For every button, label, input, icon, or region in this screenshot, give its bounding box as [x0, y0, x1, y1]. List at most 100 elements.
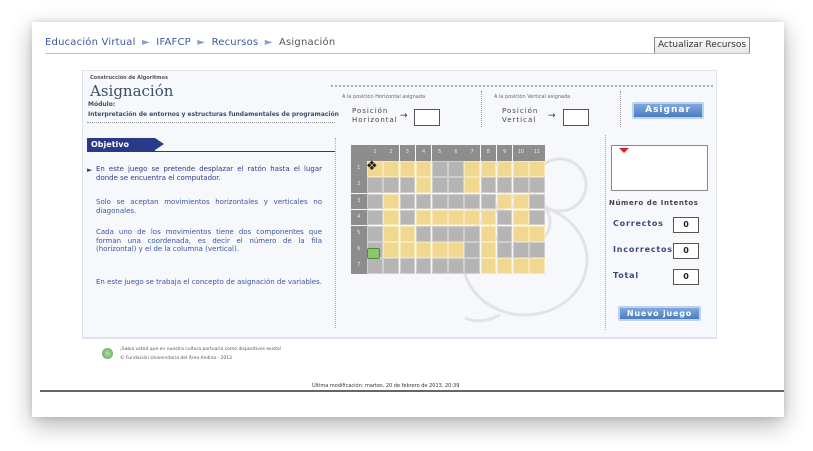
maze-wall-cell: [432, 177, 448, 193]
maze-path-cell: [383, 226, 399, 242]
maze-path-cell: [415, 242, 432, 258]
column-header: 8: [480, 145, 497, 161]
incorrect-label: Incorrectos: [613, 245, 673, 254]
maze-wall-cell: [432, 226, 448, 242]
maze-wall-cell: [480, 193, 497, 210]
module-description: Interpretación de entornos y estructuras…: [88, 111, 339, 118]
column-header: 10: [513, 145, 529, 161]
maze-wall-cell: [496, 209, 513, 226]
maze-wall-cell: [464, 193, 480, 210]
maze-wall-cell: [448, 161, 464, 177]
row-header: 5: [351, 226, 367, 242]
maze-path-cell: [383, 193, 399, 210]
column-divider: [335, 138, 336, 328]
last-modified: Última modificación: martes, 20 de febre…: [312, 383, 460, 389]
maze-path-cell: [480, 161, 497, 177]
incorrect-count: 0: [673, 243, 699, 259]
maze-wall-cell: [496, 242, 513, 258]
vertical-position-label: Posición Vertical: [502, 107, 539, 124]
footer-note: ¡Sabía usted que en nuestra cultura port…: [120, 347, 282, 352]
column-header: 2: [383, 145, 399, 161]
maze-path-cell: [399, 242, 416, 258]
assign-button[interactable]: Asignar: [632, 102, 704, 119]
breadcrumb-resources[interactable]: Recursos: [212, 37, 259, 48]
maze-wall-cell: [415, 226, 432, 242]
objective-paragraph: En este juego se pretende desplazar el r…: [96, 165, 322, 182]
maze-wall-cell: [383, 177, 399, 193]
maze-path-cell: [513, 258, 529, 274]
module-label: Módulo:: [88, 101, 116, 108]
maze-path-cell: [464, 177, 480, 193]
horizontal-position-label: Posición Horizontal: [352, 107, 398, 124]
update-resource-button[interactable]: Actualizar Recursos: [654, 37, 750, 54]
objective-paragraph: Cada uno de los movimientos tiene dos co…: [96, 228, 322, 253]
page-title: Asignación: [90, 82, 174, 100]
objective-paragraph: Solo se aceptan movimientos horizontales…: [96, 198, 322, 215]
maze-path-cell: [529, 226, 545, 242]
maze-wall-cell: [432, 258, 448, 274]
maze-path-cell: [513, 161, 529, 177]
maze-wall-cell: [529, 209, 545, 226]
maze-wall-cell: [529, 177, 545, 193]
maze-wall-cell: [480, 177, 497, 193]
maze-wall-cell: [448, 193, 464, 210]
column-header: 7: [464, 145, 480, 161]
vertical-position-input[interactable]: [563, 109, 589, 126]
page-bottom-rule: [40, 390, 784, 392]
arrow-right-icon: →: [400, 111, 408, 121]
row-header: 2: [351, 177, 367, 193]
row-header: 3: [351, 193, 367, 210]
attempts-title: Número de Intentos: [609, 199, 699, 207]
maze-path-cell: [383, 209, 399, 226]
maze-wall-cell: [464, 242, 480, 258]
title-divider: [87, 122, 335, 124]
maze-path-cell: [513, 209, 529, 226]
maze-path-cell: [399, 226, 416, 242]
maze-wall-cell: [415, 258, 432, 274]
maze-wall-cell: [464, 226, 480, 242]
maze-wall-cell: [513, 242, 529, 258]
maze-path-cell: [513, 193, 529, 210]
red-marker-icon: [619, 148, 629, 153]
correct-count: 0: [673, 217, 699, 233]
maze-path-cell: [529, 258, 545, 274]
maze-wall-cell: [513, 177, 529, 193]
maze-wall-cell: [496, 177, 513, 193]
breadcrumb-current: Asignación: [278, 37, 336, 48]
maze-path-cell: [415, 161, 432, 177]
horizontal-position-input[interactable]: [414, 109, 440, 126]
maze-path-cell: [448, 209, 464, 226]
institution-logo-icon: [102, 348, 113, 359]
column-header: 9: [496, 145, 513, 161]
assign-divider: [481, 91, 482, 127]
breadcrumb-home[interactable]: Educación Virtual: [45, 37, 136, 48]
assign-divider: [620, 91, 621, 127]
maze-wall-cell: [448, 177, 464, 193]
objective-tab-arrow: [155, 138, 164, 150]
maze-wall-cell: [529, 193, 545, 210]
maze-wall-cell: [415, 193, 432, 210]
maze-wall-cell: [367, 193, 383, 210]
breadcrumb-course[interactable]: IFAFCP: [156, 37, 191, 48]
maze-path-cell: [383, 242, 399, 258]
maze-path-cell: [415, 177, 432, 193]
maze-path-cell: [496, 193, 513, 210]
breadcrumb: Educación Virtual ► IFAFCP ► Recursos ► …: [45, 37, 335, 48]
header-divider: [45, 53, 750, 54]
new-game-button[interactable]: Nuevo juego: [618, 306, 701, 321]
maze-wall-cell: [399, 209, 416, 226]
maze-wall-cell: [367, 258, 383, 274]
maze-wall-cell: [399, 258, 416, 274]
maze-path-cell: [480, 226, 497, 242]
course-label: Construcción de Algoritmos: [90, 75, 168, 81]
total-count: 0: [673, 269, 699, 285]
row-header: 4: [351, 209, 367, 226]
maze-path-cell: [432, 242, 448, 258]
maze-wall-cell: [367, 177, 383, 193]
maze-wall-cell: [496, 226, 513, 242]
total-label: Total: [613, 271, 639, 280]
horizontal-caption: A la posición Horizontal asignada: [342, 94, 426, 100]
objective-divider: [87, 151, 335, 152]
vertical-caption: A la posición Vertical asignada: [494, 94, 571, 100]
column-header: 4: [415, 145, 432, 161]
